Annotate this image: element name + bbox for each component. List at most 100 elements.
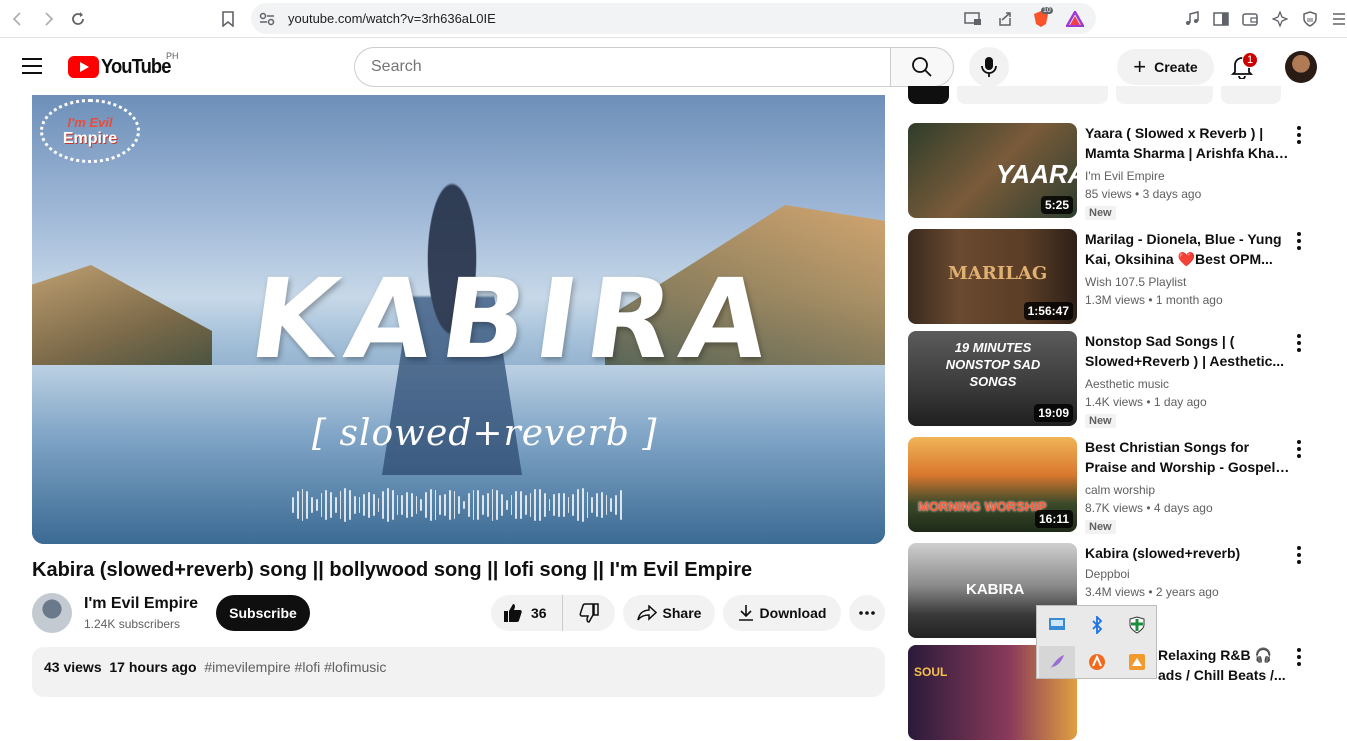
site-settings-icon[interactable] xyxy=(257,9,277,29)
recommendation-item[interactable]: YAARA 5:25 Yaara ( Slowed x Reverb ) | M… xyxy=(908,123,1328,220)
subscribe-button[interactable]: Subscribe xyxy=(216,595,310,631)
waveform-bar xyxy=(391,489,394,521)
waveform-bar xyxy=(415,495,418,515)
feather-app-icon[interactable] xyxy=(1039,646,1075,678)
menu-icon[interactable] xyxy=(1327,7,1347,31)
channel-name[interactable]: I'm Evil Empire xyxy=(84,595,198,613)
sidebar-toggle-icon[interactable] xyxy=(1209,7,1233,31)
chip-all[interactable] xyxy=(908,86,949,104)
recommendation-channel[interactable]: Wish 107.5 Playlist xyxy=(1085,275,1186,289)
country-code: PH xyxy=(166,51,179,61)
video-duration: 5:25 xyxy=(1040,196,1073,214)
recommendation-channel[interactable]: Aesthetic music xyxy=(1085,377,1169,391)
create-button[interactable]: + Create xyxy=(1117,49,1214,85)
share-page-icon[interactable] xyxy=(995,9,1015,29)
description-box[interactable]: 43 views 17 hours ago #imevilempire #lof… xyxy=(32,647,885,697)
channel-avatar[interactable] xyxy=(32,593,72,633)
recommendation-meta: 3.4M views • 2 years ago xyxy=(1085,585,1219,599)
media-icon[interactable] xyxy=(1180,7,1204,31)
account-avatar[interactable] xyxy=(1285,51,1317,83)
waveform-bar xyxy=(567,496,570,514)
like-button[interactable]: 36 xyxy=(491,595,563,631)
dislike-button[interactable] xyxy=(563,603,615,623)
waveform-bar xyxy=(558,492,560,518)
download-button[interactable]: Download xyxy=(723,595,841,631)
more-vertical-icon[interactable] xyxy=(1293,231,1305,251)
address-bar[interactable]: youtube.com/watch?v=3rh636aL0IE 10 xyxy=(251,3,1096,34)
waveform-bar xyxy=(439,494,441,516)
video-player[interactable]: I'm Evil Empire KABIRA [ slowed+reverb ] xyxy=(32,95,885,544)
chip[interactable] xyxy=(957,86,1108,104)
waveform-bar xyxy=(510,495,513,515)
waveform-bar xyxy=(301,489,304,521)
create-label: Create xyxy=(1154,59,1198,75)
video-duration: 19:09 xyxy=(1034,404,1073,422)
vpn-shield-icon[interactable] xyxy=(1298,7,1322,31)
brave-rewards-icon[interactable] xyxy=(1065,9,1085,29)
more-actions-button[interactable] xyxy=(849,595,885,631)
bookmark-icon[interactable] xyxy=(216,7,240,31)
thumbnail-text: 19 MINUTES NONSTOP SAD SONGS xyxy=(945,340,1041,389)
more-vertical-icon[interactable] xyxy=(1293,125,1305,145)
waveform-bar xyxy=(600,491,603,519)
brave-shields-icon[interactable]: 10 xyxy=(1031,7,1053,29)
more-vertical-icon[interactable] xyxy=(1293,545,1305,565)
new-badge: New xyxy=(1085,520,1116,534)
waveform-bar xyxy=(429,488,432,522)
cast-icon[interactable] xyxy=(963,9,983,29)
recommendation-title: Nonstop Sad Songs | ( Slowed+Reverb ) | … xyxy=(1085,333,1285,369)
waveform-bar xyxy=(615,494,617,516)
avast-icon[interactable] xyxy=(1079,646,1115,678)
waveform-bar xyxy=(410,492,413,518)
forward-icon[interactable] xyxy=(36,7,60,31)
app-launcher-icon[interactable] xyxy=(1119,646,1155,678)
bluetooth-icon[interactable] xyxy=(1079,609,1115,641)
upload-age: 17 hours ago xyxy=(109,659,197,675)
notifications-button[interactable]: 1 xyxy=(1228,52,1258,81)
recommendation-item[interactable]: 19 MINUTES NONSTOP SAD SONGS 19:09 Nonst… xyxy=(908,331,1328,428)
waveform-bar xyxy=(306,491,308,519)
hashtags[interactable]: #imevilempire #lofi #lofimusic xyxy=(204,659,386,675)
recommendation-item[interactable]: MARILAG 1:56:47 Marilag - Dionela, Blue … xyxy=(908,229,1328,325)
recommendation-thumbnail[interactable]: MORNING WORSHIP 16:11 xyxy=(908,437,1077,532)
search-box[interactable] xyxy=(354,47,891,87)
waveform-bar xyxy=(577,488,579,522)
share-button[interactable]: Share xyxy=(623,595,715,631)
recommendation-channel[interactable]: Deppboi xyxy=(1085,567,1130,581)
leo-ai-icon[interactable] xyxy=(1268,7,1292,31)
recommendation-meta: 1.3M views • 1 month ago xyxy=(1085,293,1223,307)
thumbnail-text: YAARA xyxy=(996,159,1077,189)
back-icon[interactable] xyxy=(6,7,30,31)
network-adapter-icon[interactable] xyxy=(1039,609,1075,641)
reload-icon[interactable] xyxy=(66,7,90,31)
recommendation-item[interactable]: MORNING WORSHIP 16:11 Best Christian Son… xyxy=(908,437,1328,534)
chip[interactable] xyxy=(1221,86,1281,104)
recommendation-thumbnail[interactable]: MARILAG 1:56:47 xyxy=(908,229,1077,324)
waveform-bar xyxy=(311,497,313,513)
more-vertical-icon[interactable] xyxy=(1293,647,1305,667)
security-shield-icon[interactable] xyxy=(1119,609,1155,641)
waveform-bar xyxy=(539,488,541,522)
chip[interactable] xyxy=(1116,86,1213,104)
watermark-line1: I'm Evil xyxy=(67,115,113,130)
recommendation-title: Marilag - Dionela, Blue - Yung Kai, Oksi… xyxy=(1085,231,1282,267)
voice-search-button[interactable] xyxy=(969,47,1009,87)
more-vertical-icon[interactable] xyxy=(1293,333,1305,353)
new-badge: New xyxy=(1085,206,1116,220)
waveform-bar xyxy=(444,494,446,516)
recommendation-channel[interactable]: I'm Evil Empire xyxy=(1085,169,1165,183)
search-input[interactable] xyxy=(371,48,871,86)
waveform-bar xyxy=(463,500,465,510)
search-icon xyxy=(912,57,932,77)
recommendation-channel[interactable]: calm worship xyxy=(1085,483,1155,497)
youtube-logo[interactable]: YouTube PH xyxy=(68,51,179,79)
recommendation-thumbnail[interactable]: YAARA 5:25 xyxy=(908,123,1077,218)
wallet-icon[interactable] xyxy=(1238,7,1262,31)
recommendation-thumbnail[interactable]: 19 MINUTES NONSTOP SAD SONGS 19:09 xyxy=(908,331,1077,426)
waveform-bar xyxy=(344,488,346,522)
search-button[interactable] xyxy=(890,47,954,87)
waveform-bar xyxy=(396,494,399,516)
waveform-bar xyxy=(372,493,375,517)
more-vertical-icon[interactable] xyxy=(1293,439,1305,459)
guide-menu-icon[interactable] xyxy=(22,58,42,76)
